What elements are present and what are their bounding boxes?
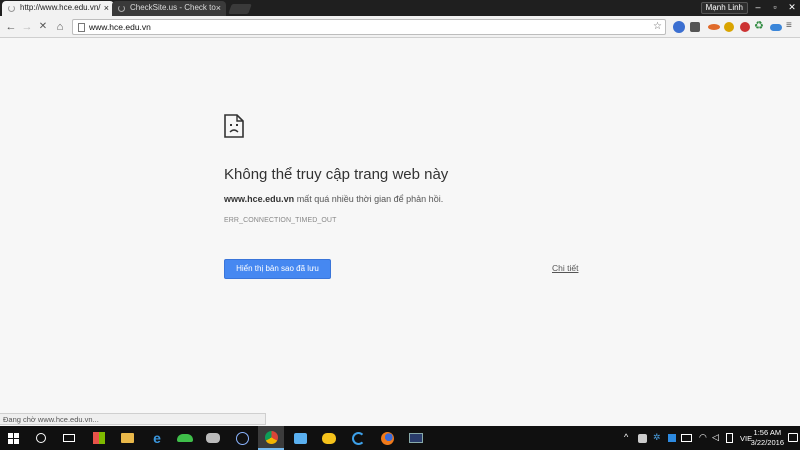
windows-logo-icon [7,432,19,444]
search-button[interactable] [28,426,54,450]
taskbar-app[interactable] [229,426,255,450]
taskbar-chrome[interactable] [258,426,284,450]
extension-icon[interactable] [724,22,734,32]
stop-button[interactable]: ✕ [36,19,50,35]
search-circle-icon [36,433,46,443]
error-message: www.hce.edu.vn mất quá nhiều thời gian đ… [224,194,443,204]
taskbar-cloud-app[interactable] [172,426,198,450]
details-link[interactable]: Chi tiết [552,263,578,273]
taskbar-app[interactable] [403,426,429,450]
address-input[interactable] [89,20,649,34]
cloud-app-icon [177,434,193,442]
volume-icon[interactable]: ◁ [712,432,719,443]
folder-icon [120,433,134,443]
taskbar-app-store[interactable] [86,426,112,450]
close-tab-icon[interactable]: × [104,1,109,15]
taskbar-app[interactable] [200,426,226,450]
refresh-app-icon [351,431,365,445]
tray-gear-icon[interactable]: ✲ [653,432,661,443]
back-button[interactable]: ← [4,19,18,35]
taskbar-app[interactable] [316,426,342,450]
loading-spinner-icon [118,5,125,12]
tray-expand-icon[interactable]: ^ [624,432,628,442]
error-page: Không thể truy cập trang web này www.hce… [0,38,800,426]
loading-spinner-icon [8,5,15,12]
extension-icon[interactable] [708,24,720,30]
taskbar: e ^ ✲ ◠ ◁ VIE 1:56 AM 3/22/2016 [0,426,800,450]
address-bar[interactable]: ☆ [72,19,666,35]
tab-strip: http://www.hce.edu.vn/ × CheckSite.us - … [0,0,800,16]
clock-time: 1:56 AM [753,428,782,437]
new-tab-button[interactable] [228,4,252,14]
error-host: www.hce.edu.vn [224,194,295,204]
tab-checksite[interactable]: CheckSite.us - Check to × [112,1,226,16]
sad-document-icon [224,114,244,138]
browser-toolbar: ← → ✕ ⌂ ☆ ♻ ≡ [0,16,800,38]
tray-app-icon[interactable] [638,434,647,443]
edge-icon: e [153,430,161,446]
cloud-icon[interactable] [770,24,782,31]
animal-app-icon [206,433,220,443]
wifi-icon[interactable]: ◠ [699,432,707,443]
error-code: ERR_CONNECTION_TIMED_OUT [224,217,337,224]
status-bubble: Đang chờ www.hce.edu.vn... [0,413,266,425]
page-icon [78,23,85,32]
clock-date: 3/22/2016 [750,438,784,447]
extension-icon[interactable] [690,22,700,32]
globe-icon [235,431,249,445]
taskbar-app[interactable] [345,426,371,450]
taskbar-firefox[interactable] [374,426,400,450]
show-cached-copy-button[interactable]: Hiển thị bản sao đã lưu [224,259,331,279]
bookmark-star-icon[interactable]: ☆ [653,20,662,34]
firefox-icon [380,431,394,445]
menu-icon[interactable]: ≡ [786,20,798,32]
tab-title: http://www.hce.edu.vn/ [20,3,101,12]
tab-title: CheckSite.us - Check to [130,3,216,12]
maximize-icon[interactable]: ▫ [767,0,783,14]
error-title: Không thể truy cập trang web này [224,166,449,183]
taskbar-file-explorer[interactable] [114,426,140,450]
task-view-icon [63,434,75,442]
tray-app-icon[interactable] [668,434,676,442]
extension-icon[interactable] [673,21,685,33]
error-message-text: mất quá nhiều thời gian để phản hồi. [294,194,444,204]
taskbar-app[interactable] [287,426,313,450]
profile-button[interactable]: Mạnh Linh [700,2,748,14]
start-button[interactable] [0,426,26,450]
recycle-icon[interactable]: ♻ [754,20,766,32]
app-grid-icon [93,432,105,444]
chrome-icon [264,430,278,444]
taskbar-edge[interactable]: e [144,426,170,450]
task-view-button[interactable] [56,426,82,450]
battery-icon[interactable] [726,433,733,443]
forward-button[interactable]: → [20,19,34,35]
close-tab-icon[interactable]: × [216,1,221,15]
extension-icon[interactable] [740,22,750,32]
window-app-icon [409,433,423,443]
minimize-icon[interactable]: – [750,0,766,14]
chat-bubble-icon [322,432,336,444]
network-icon[interactable] [681,434,692,442]
close-window-icon[interactable]: ✕ [784,0,800,14]
chat-app-icon [293,432,307,444]
tab-hce[interactable]: http://www.hce.edu.vn/ × [2,1,114,16]
action-center-icon[interactable] [788,433,798,442]
system-clock[interactable]: 1:56 AM 3/22/2016 [751,428,784,448]
home-button[interactable]: ⌂ [53,19,67,35]
